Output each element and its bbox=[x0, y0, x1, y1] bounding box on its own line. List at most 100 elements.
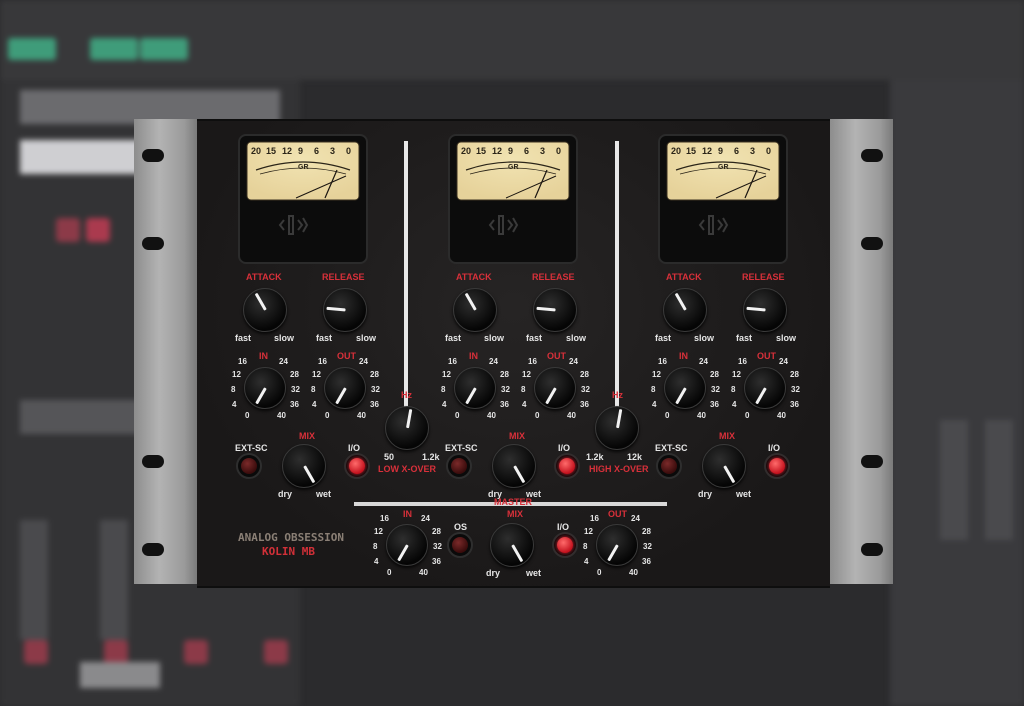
scale-tick: 40 bbox=[697, 411, 706, 420]
scale-tick: 36 bbox=[642, 557, 651, 566]
scale-tick: 28 bbox=[432, 527, 441, 536]
rack-hole bbox=[861, 149, 883, 162]
meter-scale-label: 12 bbox=[492, 146, 503, 156]
scale-tick: 40 bbox=[567, 411, 576, 420]
ext-sc-button[interactable] bbox=[236, 453, 262, 479]
io-button-band1[interactable] bbox=[344, 453, 370, 479]
scale-tick: 12 bbox=[232, 370, 241, 379]
ext-sc-label: EXT-SC bbox=[235, 443, 268, 453]
rack-hole bbox=[142, 149, 164, 162]
scale-tick: 4 bbox=[232, 400, 237, 409]
scale-tick: 24 bbox=[569, 357, 578, 366]
meter-scale-label: 0 bbox=[766, 146, 772, 156]
low-xover-min: 50 bbox=[384, 452, 395, 462]
low-xover-hz-label: Hz bbox=[401, 390, 412, 400]
output-knob[interactable] bbox=[534, 367, 576, 409]
ext-sc-button[interactable] bbox=[656, 453, 682, 479]
release-knob[interactable] bbox=[533, 288, 577, 332]
io-button-band3[interactable] bbox=[764, 453, 790, 479]
out-label: OUT bbox=[547, 351, 566, 361]
input-knob[interactable] bbox=[244, 367, 286, 409]
rack-hole bbox=[142, 543, 164, 556]
meter-scale-label: 9 bbox=[298, 146, 304, 156]
scale-tick: 32 bbox=[433, 542, 442, 551]
rack-hole bbox=[142, 455, 164, 468]
scale-tick: 8 bbox=[231, 385, 236, 394]
scale-tick: 32 bbox=[371, 385, 380, 394]
scale-tick: 12 bbox=[652, 370, 661, 379]
io-label: I/O bbox=[768, 443, 781, 453]
output-knob[interactable] bbox=[324, 367, 366, 409]
meter-scale-label: 12 bbox=[282, 146, 293, 156]
master-output-knob[interactable] bbox=[596, 524, 638, 566]
rack-hole bbox=[142, 237, 164, 250]
attack-knob[interactable] bbox=[243, 288, 287, 332]
scale-tick: 8 bbox=[441, 385, 446, 394]
slow-label: slow bbox=[484, 333, 505, 343]
master-mix-knob[interactable] bbox=[490, 523, 534, 567]
master-label: MASTER bbox=[494, 497, 532, 507]
scale-tick: 32 bbox=[581, 385, 590, 394]
product-name: KOLIN MB bbox=[262, 545, 315, 558]
release-knob[interactable] bbox=[743, 288, 787, 332]
high-xover-max: 12k bbox=[627, 452, 643, 462]
scale-tick: 8 bbox=[373, 542, 378, 551]
attack-knob[interactable] bbox=[453, 288, 497, 332]
meter-scale-label: 3 bbox=[330, 146, 336, 156]
dry-label: dry bbox=[698, 489, 713, 499]
high-xover-min: 1.2k bbox=[586, 452, 604, 462]
io-label: I/O bbox=[348, 443, 361, 453]
out-label: OUT bbox=[337, 351, 356, 361]
wet-label: wet bbox=[316, 489, 332, 499]
input-knob[interactable] bbox=[664, 367, 706, 409]
scale-tick: 28 bbox=[500, 370, 509, 379]
mix-knob[interactable] bbox=[492, 444, 536, 488]
input-knob[interactable] bbox=[454, 367, 496, 409]
io-button-band3-led bbox=[769, 458, 785, 474]
scale-tick: 24 bbox=[279, 357, 288, 366]
scale-tick: 4 bbox=[312, 400, 317, 409]
master-io-button[interactable] bbox=[552, 532, 578, 558]
scale-tick: 24 bbox=[359, 357, 368, 366]
dry-label: dry bbox=[278, 489, 293, 499]
scale-tick: 16 bbox=[380, 514, 389, 523]
knob-pointer bbox=[464, 387, 477, 405]
mix-knob[interactable] bbox=[282, 444, 326, 488]
low-xover-knob[interactable] bbox=[385, 406, 429, 450]
rack-ear-left bbox=[134, 119, 197, 584]
mix-label: MIX bbox=[299, 431, 316, 441]
scale-tick: 0 bbox=[745, 411, 750, 420]
os-button[interactable] bbox=[447, 532, 473, 558]
ext-sc-label: EXT-SC bbox=[445, 443, 478, 453]
master-io-label: I/O bbox=[557, 522, 570, 532]
knob-pointer bbox=[254, 292, 267, 311]
knob-pointer bbox=[464, 292, 477, 311]
release-knob[interactable] bbox=[323, 288, 367, 332]
scale-tick: 32 bbox=[291, 385, 300, 394]
meter-scale-label: 0 bbox=[346, 146, 352, 156]
fast-label: fast bbox=[316, 333, 333, 343]
attack-label: ATTACK bbox=[456, 272, 492, 282]
scale-tick: 16 bbox=[318, 357, 327, 366]
mix-knob[interactable] bbox=[702, 444, 746, 488]
high-xover-knob[interactable] bbox=[595, 406, 639, 450]
scale-tick: 32 bbox=[791, 385, 800, 394]
ext-sc-button[interactable] bbox=[446, 453, 472, 479]
io-button-band2[interactable] bbox=[554, 453, 580, 479]
ext-sc-label: EXT-SC bbox=[655, 443, 688, 453]
scale-tick: 40 bbox=[777, 411, 786, 420]
attack-label: ATTACK bbox=[666, 272, 702, 282]
meter-gr-label: GR bbox=[298, 164, 309, 171]
master-input-knob[interactable] bbox=[386, 524, 428, 566]
attack-label: ATTACK bbox=[246, 272, 282, 282]
release-label: RELEASE bbox=[742, 272, 785, 282]
scale-tick: 16 bbox=[658, 357, 667, 366]
os-button-led bbox=[452, 537, 468, 553]
knob-pointer bbox=[674, 292, 687, 311]
high-xover-hz-label: Hz bbox=[612, 390, 623, 400]
attack-knob[interactable] bbox=[663, 288, 707, 332]
scale-tick: 28 bbox=[710, 370, 719, 379]
knob-pointer bbox=[302, 465, 315, 484]
output-knob[interactable] bbox=[744, 367, 786, 409]
scale-tick: 4 bbox=[374, 557, 379, 566]
